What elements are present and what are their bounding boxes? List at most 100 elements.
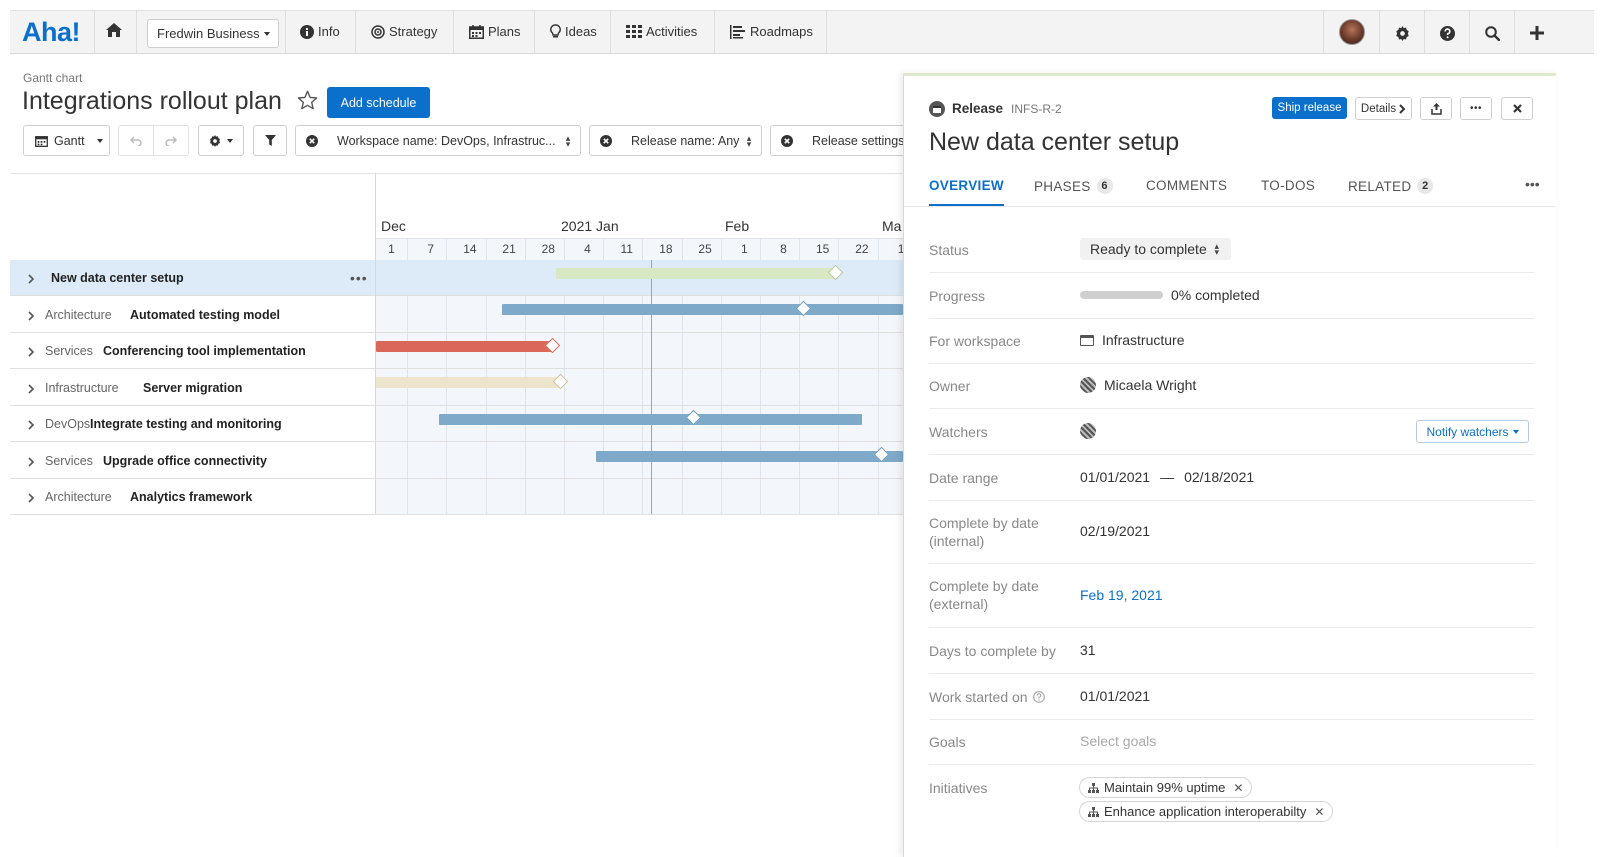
field-work-started: Work started on 01/01/2021 [929, 674, 1534, 720]
initiative-chip[interactable]: Enhance application interoperabilty ✕ [1079, 801, 1334, 822]
user-avatar[interactable] [1339, 19, 1365, 45]
chevron-right-icon[interactable] [28, 344, 35, 362]
gantt-row[interactable]: Architecture Analytics framework [10, 479, 903, 515]
nav-strategy[interactable]: Strategy [371, 24, 437, 39]
row-more-icon[interactable]: ••• [350, 270, 368, 286]
gantt-row[interactable]: Infrastructure Server migration [10, 370, 903, 406]
chevron-right-icon[interactable] [28, 454, 35, 472]
tabs-more-icon[interactable]: ••• [1525, 176, 1540, 192]
field-date-range: Date range 01/01/2021 — 02/18/2021 [929, 455, 1534, 501]
tab-phases[interactable]: PHASES 6 [1034, 178, 1113, 194]
nav-info[interactable]: Info [300, 24, 340, 39]
hierarchy-icon [1088, 782, 1099, 793]
row-name[interactable]: Integrate testing and monitoring [90, 417, 282, 431]
field-complete-by-internal: Complete by date (internal) 02/19/2021 [929, 501, 1534, 564]
row-name[interactable]: Automated testing model [130, 308, 280, 322]
row-name[interactable]: Server migration [143, 381, 242, 395]
nav-activities-label: Activities [646, 24, 698, 39]
field-value[interactable]: Feb 19, 2021 [1080, 587, 1163, 603]
chevron-right-icon[interactable] [28, 271, 35, 289]
gantt-bar-conferencing-tool[interactable] [376, 341, 552, 352]
workspace-selector[interactable]: Fredwin Business [147, 19, 279, 48]
plus-icon[interactable] [1526, 22, 1548, 44]
workspace-filter[interactable]: Workspace name: DevOps, Infrastruc... ▴ ▾ [327, 125, 581, 156]
tab-todos[interactable]: TO-DOS [1261, 178, 1315, 193]
gantt-bar-server-migration[interactable] [376, 377, 560, 388]
filter-button[interactable] [253, 125, 287, 156]
add-schedule-button[interactable]: Add schedule [327, 87, 430, 118]
gear-icon[interactable] [1391, 22, 1413, 44]
close-circle-icon [599, 134, 612, 147]
nav-plans[interactable]: Plans [469, 24, 521, 39]
gantt-bar-upgrade-office-connectivity[interactable] [596, 451, 903, 462]
day-label: 14 [463, 242, 477, 256]
workspace-filter-label: Workspace name: DevOps, Infrastruc... [337, 133, 556, 148]
details-button[interactable]: Details [1355, 97, 1412, 120]
chevron-right-icon[interactable] [28, 417, 35, 435]
initiative-label: Enhance application interoperabilty [1104, 804, 1307, 819]
remove-icon[interactable]: ✕ [1314, 805, 1324, 819]
field-label: For workspace [929, 333, 1021, 349]
gantt-bar-new-data-center-setup[interactable] [556, 268, 835, 279]
target-icon [371, 24, 385, 39]
settings-dropdown[interactable] [198, 125, 244, 156]
clear-filter-button[interactable] [295, 125, 328, 156]
chevron-right-icon[interactable] [28, 490, 35, 508]
chevron-down-icon [227, 138, 233, 143]
row-name[interactable]: New data center setup [51, 271, 184, 285]
share-button[interactable] [1420, 97, 1452, 120]
row-name[interactable]: Analytics framework [130, 490, 252, 504]
row-name[interactable]: Upgrade office connectivity [103, 454, 267, 468]
field-value[interactable] [1080, 423, 1096, 439]
nav-activities[interactable]: Activities [626, 24, 697, 39]
help-icon[interactable] [1032, 691, 1045, 703]
hierarchy-icon [1088, 806, 1099, 817]
home-icon[interactable] [106, 23, 128, 43]
gantt-bar-automated-testing-model[interactable] [502, 304, 903, 315]
record-id[interactable]: INFS-R-2 [1011, 102, 1062, 116]
notify-watchers-label: Notify watchers [1426, 424, 1509, 439]
goals-select[interactable]: Select goals [1080, 733, 1156, 749]
view-selector[interactable]: Gantt [23, 125, 110, 156]
breadcrumb[interactable]: Gantt chart [23, 71, 82, 85]
gantt-row[interactable]: Architecture Automated testing model [10, 297, 903, 333]
field-value[interactable]: 02/19/2021 [1080, 523, 1150, 539]
clear-filter-button[interactable] [589, 125, 622, 156]
help-icon[interactable] [1436, 22, 1458, 44]
field-value[interactable]: 01/01/2021 — 02/18/2021 [1080, 469, 1254, 485]
release-name-filter[interactable]: Release name: Any ▴ ▾ [621, 125, 762, 156]
chevron-right-icon[interactable] [28, 381, 35, 399]
aha-logo[interactable]: Aha! [22, 17, 81, 48]
field-value[interactable]: Micaela Wright [1080, 377, 1196, 393]
gantt-bar-integrate-testing[interactable] [439, 414, 862, 425]
field-value[interactable]: Infrastructure [1080, 332, 1184, 348]
today-line [651, 260, 652, 514]
close-panel-button[interactable] [1501, 97, 1533, 120]
more-options-button[interactable]: ••• [1460, 97, 1492, 120]
nav-roadmaps[interactable]: Roadmaps [730, 24, 813, 39]
ship-release-button[interactable]: Ship release [1272, 97, 1347, 119]
initiative-chip[interactable]: Maintain 99% uptime ✕ [1079, 777, 1253, 798]
notify-watchers-button[interactable]: Notify watchers [1416, 420, 1529, 443]
field-value[interactable]: 01/01/2021 [1080, 688, 1150, 704]
field-value[interactable]: 0% completed [1080, 287, 1260, 303]
tab-related[interactable]: RELATED 2 [1348, 178, 1434, 194]
undo-button[interactable] [118, 125, 154, 156]
tab-overview[interactable]: OVERVIEW [929, 178, 1004, 193]
tab-comments[interactable]: COMMENTS [1146, 178, 1227, 193]
remove-icon[interactable]: ✕ [1233, 781, 1243, 795]
record-title[interactable]: New data center setup [929, 128, 1179, 157]
chevron-right-icon[interactable] [28, 308, 35, 326]
star-icon[interactable] [297, 90, 318, 115]
field-complete-by-external: Complete by date (external) Feb 19, 2021 [929, 564, 1534, 628]
tab-count-badge: 6 [1096, 178, 1113, 194]
clear-filter-button[interactable] [770, 125, 803, 156]
row-name[interactable]: Conferencing tool implementation [103, 344, 306, 358]
grid-icon [626, 25, 642, 38]
status-dropdown[interactable]: Ready to complete ▴ ▾ [1080, 238, 1231, 260]
search-icon[interactable] [1481, 22, 1503, 44]
tab-comments-label: COMMENTS [1146, 178, 1228, 193]
nav-ideas[interactable]: Ideas [550, 24, 597, 39]
redo-button[interactable] [153, 125, 189, 156]
calendar-icon [35, 135, 48, 147]
